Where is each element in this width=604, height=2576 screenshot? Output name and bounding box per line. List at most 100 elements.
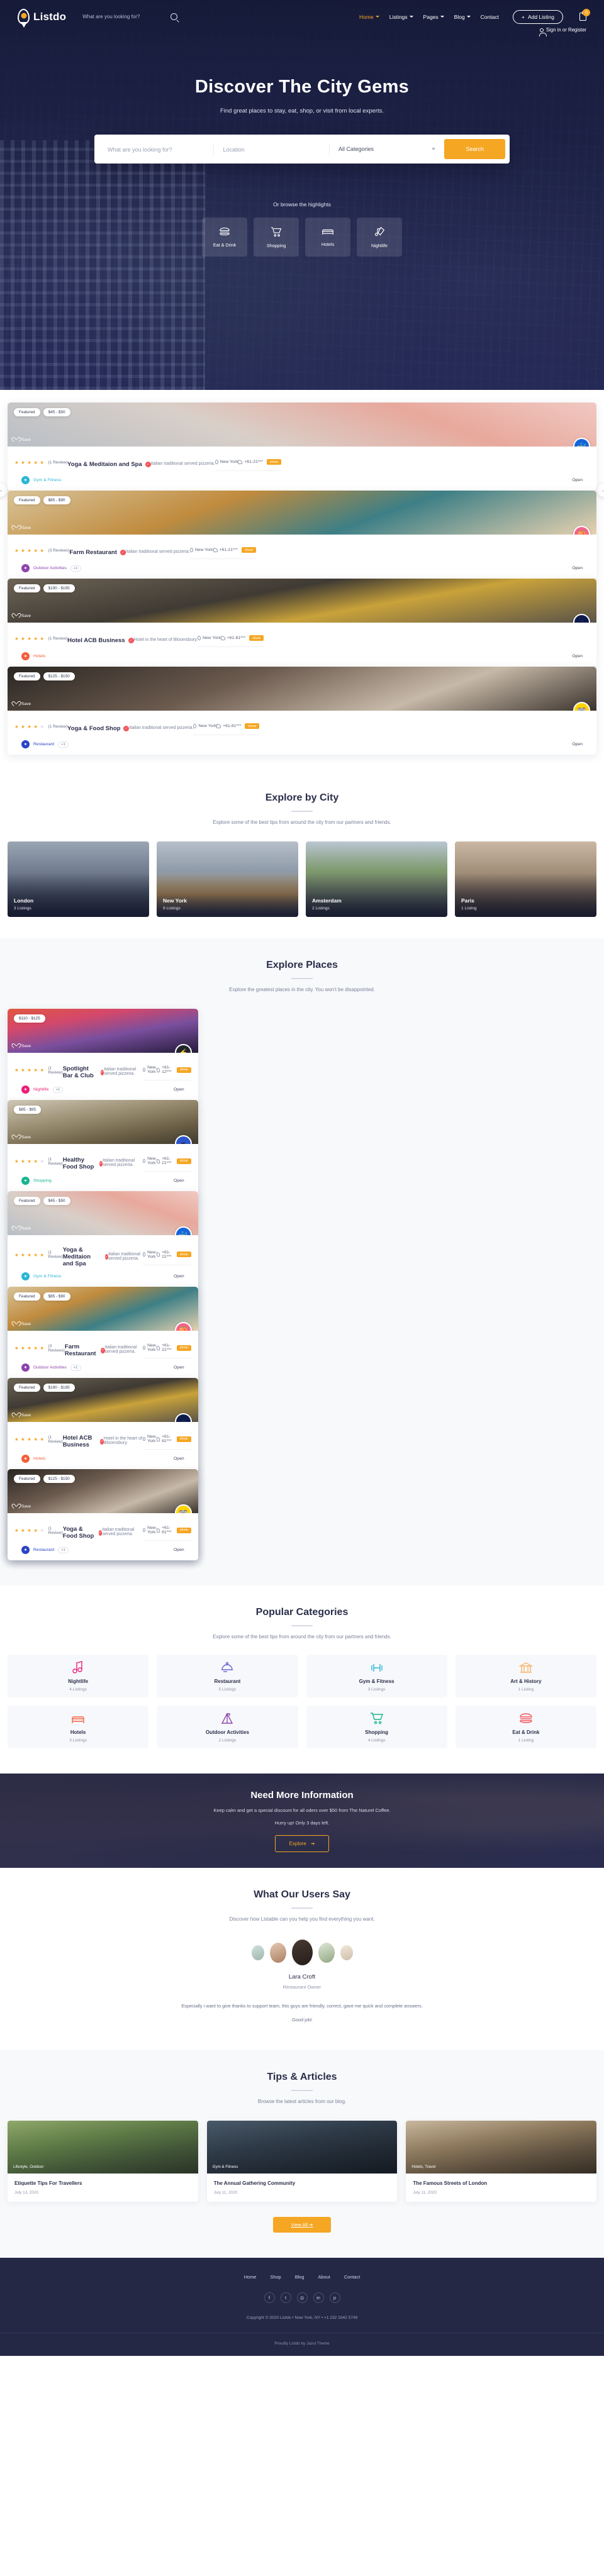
owner-avatar[interactable]: 🍑 (174, 1322, 192, 1331)
cart-button[interactable]: 0 (579, 9, 590, 21)
extra-categories-badge[interactable]: +1 (70, 565, 81, 572)
instagram-icon[interactable]: ◎ (296, 2292, 308, 2304)
pinterest-icon[interactable]: p (329, 2292, 340, 2304)
view-all-button[interactable]: View All ➜ (273, 2217, 331, 2233)
category-label[interactable]: Hotels (33, 1457, 45, 1461)
category-card[interactable]: Restaurant 5 Listings (157, 1655, 298, 1697)
owner-avatar[interactable]: 🐨 (174, 1504, 192, 1513)
facebook-icon[interactable]: f (264, 2292, 275, 2304)
header-search[interactable] (82, 13, 178, 20)
blog-title[interactable]: Etiquette Tips For Travellers (14, 2180, 191, 2186)
footer-nav-item[interactable]: Blog (295, 2274, 305, 2280)
owner-avatar[interactable]: ⚛ (573, 614, 590, 623)
listing-card[interactable]: Featured $190 - $195 Save ⚛ ★ ★ ★ ★ ★ (1 Rev… (8, 579, 596, 667)
owner-avatar[interactable]: ♥ (174, 1135, 192, 1144)
listing-card[interactable]: Featured $125 - $150 Save 🐨 ★ ★ ★ ★ ★ (1 Rev… (8, 667, 596, 755)
listing-card[interactable]: Featured $45 - $50 Save 🐳 ★ ★ ★ ★ ★ (1 Revie… (8, 402, 596, 491)
save-button[interactable]: Save (14, 1226, 31, 1231)
highlight-eat-drink[interactable]: Eat & Drink (202, 218, 247, 257)
listing-card[interactable]: Featured $125 - $150 Save 🐨 ★ ★ ★ ★ ★ (1 Rev… (8, 1469, 198, 1560)
highlight-nightlife[interactable]: Nightlife (357, 218, 402, 257)
header-search-input[interactable] (82, 14, 164, 19)
show-phone-button[interactable]: show (266, 459, 281, 465)
category-label[interactable]: Restaurant (33, 742, 54, 747)
nav-item-contact[interactable]: Contact (481, 14, 499, 20)
footer-nav-item[interactable]: Home (244, 2274, 257, 2280)
search-icon[interactable] (171, 13, 178, 20)
category-select[interactable]: All Categories (330, 146, 444, 152)
cta-explore-button[interactable]: Explore ➜ (274, 1835, 330, 1852)
save-button[interactable]: Save (14, 1321, 31, 1326)
extra-categories-badge[interactable]: +1 (58, 741, 69, 748)
highlight-shopping[interactable]: Shopping (254, 218, 299, 257)
category-card[interactable]: Art & History 1 Listing (455, 1655, 596, 1697)
save-button[interactable]: Save (14, 437, 31, 442)
blog-card[interactable]: Lifestyle, Outdoor Etiquette Tips For Tr… (8, 2121, 198, 2202)
owner-avatar[interactable]: 🐳 (573, 438, 590, 447)
category-card[interactable]: Eat & Drink 1 Listing (455, 1706, 596, 1748)
save-button[interactable]: Save (14, 701, 31, 706)
listing-card[interactable]: $85 - $95 Save ♥ ★ ★ ★ ★ ★ (1 Review) Health… (8, 1100, 198, 1560)
keyword-field[interactable] (99, 143, 215, 155)
category-card[interactable]: Outdoor Activities 2 Listings (157, 1706, 298, 1748)
listing-card[interactable]: Featured $190 - $195 Save ⚛ ★ ★ ★ ★ ★ (1 Rev… (8, 1378, 198, 1560)
location-input[interactable] (223, 147, 320, 153)
add-listing-button[interactable]: + Add Listing (512, 9, 563, 24)
save-button[interactable]: Save (14, 1413, 31, 1418)
category-card[interactable]: Hotels 3 Listings (8, 1706, 149, 1748)
save-button[interactable]: Save (14, 525, 31, 530)
location-field[interactable] (214, 143, 330, 155)
owner-avatar[interactable]: ⚡ (174, 1044, 192, 1053)
search-button[interactable]: Search (444, 139, 505, 159)
show-phone-button[interactable]: show (176, 1252, 191, 1257)
nav-item-pages[interactable]: Pages (423, 14, 444, 20)
show-phone-button[interactable]: show (241, 547, 256, 553)
extra-categories-badge[interactable]: +1 (52, 1086, 64, 1093)
category-label[interactable]: Gym & Fitness (33, 478, 62, 482)
footer-nav-item[interactable]: About (318, 2274, 330, 2280)
save-button[interactable]: Save (14, 1504, 31, 1509)
blog-tag[interactable]: Hotels, Travel (411, 2165, 435, 2169)
save-button[interactable]: Save (14, 1043, 31, 1048)
category-card[interactable]: Nightlife 4 Listings (8, 1655, 149, 1697)
blog-tag[interactable]: Gym & Fitness (213, 2165, 238, 2169)
blog-title[interactable]: The Annual Gathering Community (214, 2180, 391, 2186)
blog-title[interactable]: The Famous Streets of London (413, 2180, 590, 2186)
owner-avatar[interactable]: 🐨 (573, 702, 590, 711)
twitter-icon[interactable]: t (280, 2292, 291, 2304)
listing-card[interactable]: Featured $85 - $90 Save 🍑 ★ ★ ★ ★ ★ (3 Revie… (8, 491, 596, 579)
extra-categories-badge[interactable]: +1 (70, 1364, 81, 1371)
nav-item-home[interactable]: Home (359, 14, 379, 20)
blog-card[interactable]: Hotels, Travel The Famous Streets of Lon… (406, 2121, 596, 2202)
avatar-active[interactable] (291, 1940, 313, 1965)
nav-item-listings[interactable]: Listings (389, 14, 413, 20)
highlight-hotels[interactable]: Hotels (305, 218, 350, 257)
listing-card[interactable]: $110 - $125 Save ⚡ ★ ★ ★ ★ ★ (1 Review) Spot… (8, 1009, 198, 1560)
category-label[interactable]: Outdoor Activities (33, 1365, 67, 1370)
save-button[interactable]: Save (14, 613, 31, 618)
listing-card[interactable]: Featured $45 - $50 Save 🐳 ★ ★ ★ ★ ★ (1 Revie… (8, 1191, 198, 1560)
city-card[interactable]: London 3 Listings (8, 841, 149, 917)
owner-avatar[interactable]: 🍑 (573, 526, 590, 535)
show-phone-button[interactable]: show (245, 723, 260, 729)
city-card[interactable]: New York 9 Listings (157, 841, 298, 917)
nav-item-blog[interactable]: Blog (454, 14, 471, 20)
blog-card[interactable]: Gym & Fitness The Annual Gathering Commu… (206, 2121, 398, 2202)
blog-tag[interactable]: Lifestyle, Outdoor (13, 2165, 44, 2169)
category-label[interactable]: Restaurant (33, 1548, 54, 1552)
avatar[interactable] (251, 1945, 264, 1960)
show-phone-button[interactable]: show (249, 635, 264, 641)
category-card[interactable]: Gym & Fitness 3 Listings (306, 1655, 447, 1697)
show-phone-button[interactable]: show (176, 1436, 191, 1442)
avatar[interactable] (340, 1945, 353, 1960)
category-label[interactable]: Outdoor Activities (33, 566, 67, 570)
avatar[interactable] (318, 1942, 335, 1963)
show-phone-button[interactable]: show (176, 1067, 191, 1073)
city-card[interactable]: Paris 1 Listing (455, 841, 596, 917)
show-phone-button[interactable]: show (176, 1345, 191, 1351)
save-button[interactable]: Save (14, 1135, 31, 1140)
avatar[interactable] (269, 1942, 286, 1963)
category-card[interactable]: Shopping 4 Listings (306, 1706, 447, 1748)
listing-card[interactable]: Featured $85 - $90 Save 🍑 ★ ★ ★ ★ ★ (3 Revie… (8, 1287, 198, 1560)
category-label[interactable]: Shopping (33, 1179, 52, 1183)
